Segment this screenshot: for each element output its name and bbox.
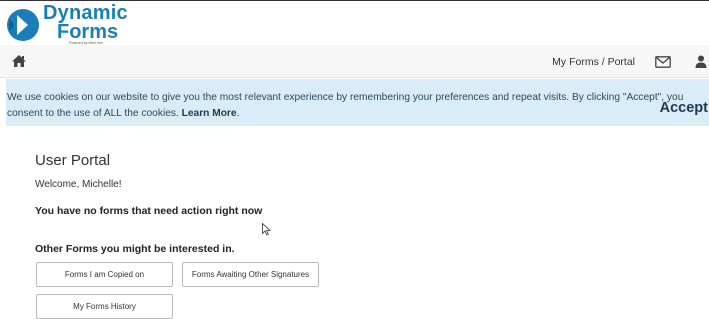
forms-copied-on-button[interactable]: Forms I am Copied on (36, 262, 173, 287)
top-navbar: My Forms / Portal (0, 45, 709, 78)
brand-logo[interactable]: Dynamic Forms Powered by Next Gen (6, 3, 128, 45)
learn-more-link[interactable]: Learn More (182, 108, 237, 119)
mail-icon[interactable] (655, 55, 671, 68)
user-icon[interactable] (695, 55, 707, 68)
cookie-period: . (236, 108, 240, 119)
welcome-message: Welcome, Michelle! (35, 179, 122, 190)
cookie-banner: We use cookies on our website to give yo… (6, 79, 709, 126)
forms-awaiting-signatures-button[interactable]: Forms Awaiting Other Signatures (182, 262, 319, 287)
other-forms-heading: Other Forms you might be interested in. (35, 243, 235, 255)
no-forms-message: You have no forms that need action right… (35, 205, 263, 217)
page-title: User Portal (35, 152, 111, 169)
brand-wordmark: Dynamic Forms Powered by Next Gen (43, 3, 128, 45)
my-forms-portal-link[interactable]: My Forms / Portal (552, 56, 635, 68)
top-border (0, 0, 709, 1)
navbar-right: My Forms / Portal (552, 45, 709, 78)
accept-button[interactable]: Accept (660, 100, 708, 116)
dynamic-forms-logo-icon (7, 9, 39, 41)
cookie-text: We use cookies on our website to give yo… (7, 92, 684, 119)
portal-header: User Portal (35, 152, 110, 169)
mouse-cursor-icon (262, 223, 271, 236)
my-forms-history-button[interactable]: My Forms History (36, 294, 173, 319)
home-icon[interactable] (11, 54, 27, 68)
brand-name-line2: Forms (57, 21, 119, 44)
cookie-message: We use cookies on our website to give yo… (7, 90, 693, 122)
